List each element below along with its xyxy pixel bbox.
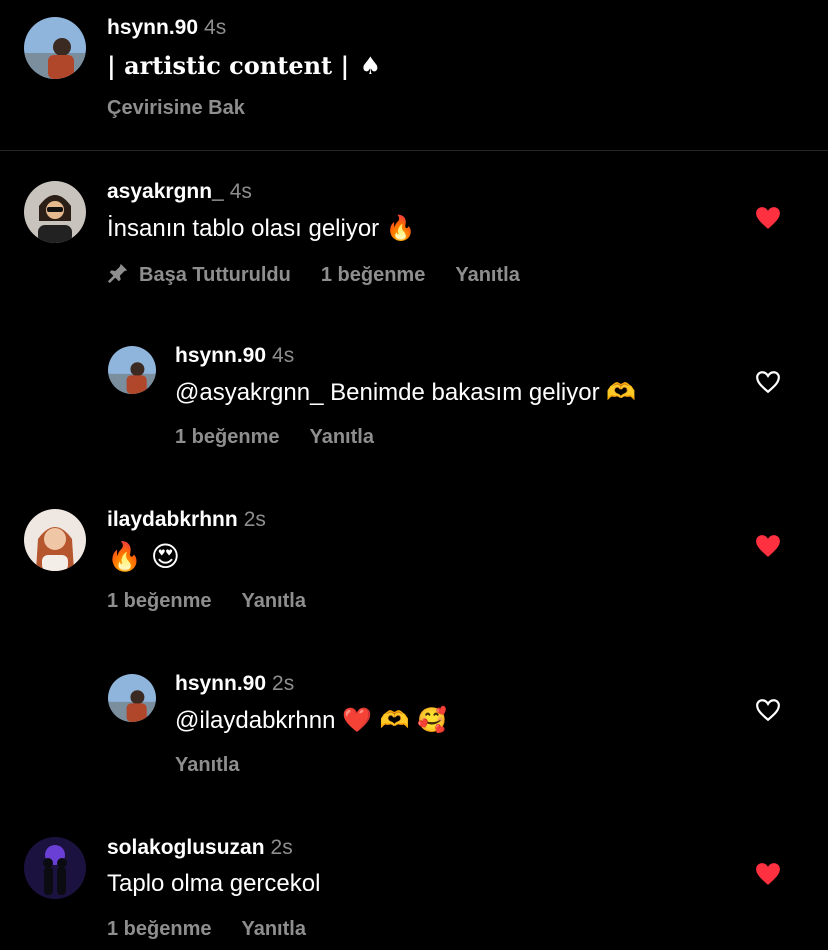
heart-emoji-set: ❤️ 🫶 🥰 [342, 706, 448, 734]
avatar-hsynn-reply2[interactable] [108, 674, 156, 722]
reply-button[interactable]: Yanıtla [455, 264, 519, 286]
heart-filled-icon[interactable] [755, 206, 781, 230]
reply-button[interactable]: Yanıtla [241, 918, 305, 940]
comment-header: ilaydabkrhnn 2s [107, 508, 266, 532]
pinned-label: Başa Tutturuldu [139, 264, 291, 286]
comment-username[interactable]: solakoglusuzan [107, 836, 265, 859]
likes-count[interactable]: 1 beğenme [107, 918, 211, 940]
avatar-hsynn-reply1[interactable] [108, 346, 156, 394]
heart-outline-icon[interactable] [755, 698, 781, 722]
reply-body: @ilaydabkrhnn ❤️ 🫶 🥰 [175, 706, 447, 735]
comment-time: 2s [270, 836, 293, 859]
reply-username[interactable]: hsynn.90 [175, 672, 266, 695]
heart-filled-icon[interactable] [755, 862, 781, 886]
likes-count[interactable]: 1 beğenme [321, 264, 425, 286]
comment-username[interactable]: asyakrgnn_ [107, 180, 224, 203]
caption-time: 4s [204, 16, 227, 39]
avatar-asyakrgnn[interactable] [24, 181, 86, 243]
pin-icon [107, 262, 129, 284]
comment-header: solakoglusuzan 2s [107, 836, 293, 860]
spade-icon: ♠ [359, 52, 382, 80]
translate-link[interactable]: Çevirisine Bak [107, 97, 245, 120]
avatar-hsynn-caption[interactable] [24, 17, 86, 79]
reply-time: 4s [272, 344, 295, 367]
reply-actions: Yanıtla [175, 754, 269, 777]
reply-text: @ilaydabkrhnn [175, 707, 336, 734]
caption-text-line: | artistic content | ♠ [107, 51, 381, 80]
avatar-solakoglusuzan[interactable] [24, 837, 86, 899]
reply-button[interactable]: Yanıtla [309, 426, 373, 448]
comment-body: Taplo olma gercekol [107, 870, 320, 898]
reply-username[interactable]: hsynn.90 [175, 344, 266, 367]
comment-actions: 1 beğenme Yanıtla [107, 918, 336, 941]
fire-emoji: 🔥 [385, 214, 416, 242]
comment-username[interactable]: ilaydabkrhnn [107, 508, 238, 531]
likes-count[interactable]: 1 beğenme [107, 590, 211, 612]
comment-text: Taplo olma gercekol [107, 870, 321, 897]
comment-actions: 1 beğenme Yanıtla [107, 590, 336, 613]
fire-heart-eyes-emoji: 🔥 😍 [107, 540, 180, 573]
comment-body: 🔥 😍 [107, 540, 180, 573]
reply-header: hsynn.90 4s [175, 344, 294, 368]
caption-username-line: hsynn.90 4s [107, 16, 226, 40]
avatar-ilaydabkrhnn[interactable] [24, 509, 86, 571]
heart-filled-icon[interactable] [755, 534, 781, 558]
comment-header: asyakrgnn_ 4s [107, 180, 252, 204]
comment-body: İnsanın tablo olası geliyor 🔥 [107, 214, 416, 243]
comment-actions: Başa Tutturuldu 1 beğenme Yanıtla [107, 262, 550, 287]
reply-body: @asyakrgnn_ Benimde bakasım geliyor 🫶 [175, 378, 636, 407]
caption-text: | artistic content | [107, 51, 350, 80]
reply-time: 2s [272, 672, 295, 695]
reply-button[interactable]: Yanıtla [241, 590, 305, 612]
caption-username[interactable]: hsynn.90 [107, 16, 198, 39]
comment-text: İnsanın tablo olası geliyor [107, 215, 380, 242]
reply-button[interactable]: Yanıtla [175, 754, 239, 776]
reply-text: @asyakrgnn_ Benimde bakasım geliyor [175, 379, 600, 406]
heart-hands-emoji: 🫶 [606, 378, 637, 406]
heart-outline-icon[interactable] [755, 370, 781, 394]
likes-count[interactable]: 1 beğenme [175, 426, 279, 448]
reply-header: hsynn.90 2s [175, 672, 294, 696]
caption-divider [0, 150, 828, 151]
reply-actions: 1 beğenme Yanıtla [175, 426, 404, 449]
comment-time: 2s [243, 508, 266, 531]
comment-time: 4s [229, 180, 252, 203]
